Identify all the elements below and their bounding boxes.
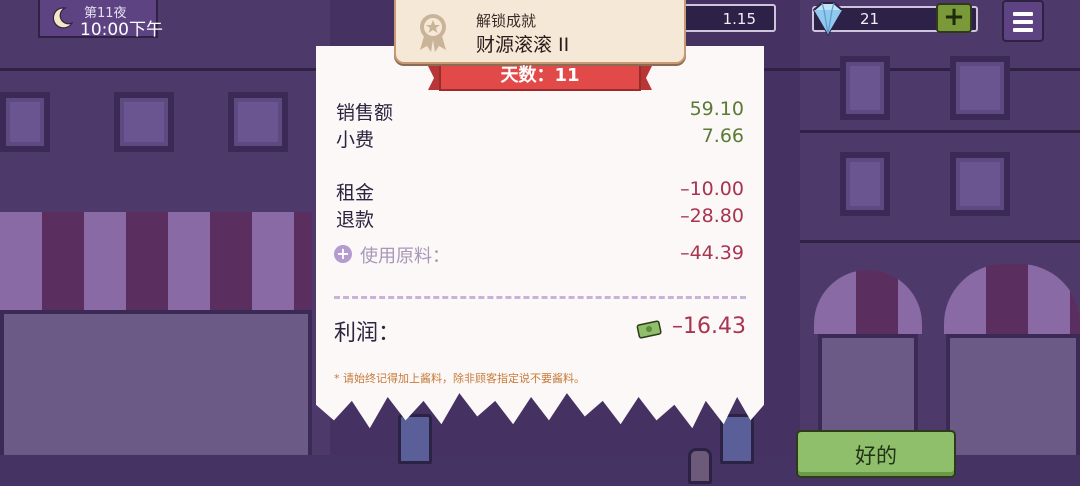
menu-icon xyxy=(1013,12,1033,16)
profit-label: 利润： xyxy=(334,321,401,346)
ingredients-label[interactable]: 使用原料： xyxy=(360,242,450,268)
expand-ingredients-icon[interactable]: + xyxy=(334,245,352,263)
tips-value: 7.66 xyxy=(701,125,744,147)
window xyxy=(840,56,890,120)
sales-label: 销售额 xyxy=(336,102,394,124)
building-ledge xyxy=(800,240,1080,243)
receipt-divider xyxy=(334,296,746,299)
moon-icon xyxy=(52,7,74,29)
profit-value: –16.43 xyxy=(672,314,746,339)
day-banner-text: 天数：11 xyxy=(500,65,580,86)
ok-button[interactable]: 好的 xyxy=(796,430,956,478)
window xyxy=(950,56,1010,120)
gem-value: 21 xyxy=(860,10,880,28)
rent-value: –10.00 xyxy=(680,178,744,200)
window xyxy=(950,152,1010,216)
sauce-reminder-note: * 请始终记得加上酱料，除非顾客指定说不要酱料。 xyxy=(334,372,585,385)
ok-button-label: 好的 xyxy=(855,444,897,468)
clock-time: 10:00下午 xyxy=(80,20,163,40)
sales-value: 59.10 xyxy=(689,98,744,120)
menu-icon xyxy=(1013,28,1033,32)
achievement-title: 解锁成就 xyxy=(476,12,537,30)
gem-icon xyxy=(812,2,844,36)
menu-button[interactable] xyxy=(1002,0,1044,42)
storefront xyxy=(946,334,1080,460)
window xyxy=(840,152,890,216)
refund-label: 退款 xyxy=(336,209,375,231)
refund-value: –28.80 xyxy=(680,205,744,227)
storefront xyxy=(0,310,312,460)
add-gems-button[interactable]: + xyxy=(936,3,972,33)
window xyxy=(0,92,50,152)
achievement-name: 财源滚滚 II xyxy=(476,34,570,56)
fire-hydrant xyxy=(688,448,712,484)
trash-can xyxy=(720,414,754,464)
money-value: 1.15 xyxy=(722,10,756,28)
building-ledge xyxy=(800,130,1080,133)
rent-label: 租金 xyxy=(336,182,375,204)
night-time-panel: 第11夜 10:00下午 xyxy=(38,0,163,40)
money-counter: 1.15 xyxy=(680,4,776,32)
tips-label: 小费 xyxy=(336,129,375,151)
achievement-banner: 解锁成就 财源滚滚 II xyxy=(394,0,686,64)
store-awning xyxy=(0,212,312,310)
cash-icon xyxy=(636,320,662,339)
window xyxy=(228,92,288,152)
medal-icon xyxy=(420,14,446,52)
window xyxy=(114,92,174,152)
trash-can xyxy=(398,414,432,464)
ingredients-value: –44.39 xyxy=(680,242,744,264)
menu-icon xyxy=(1013,20,1033,24)
